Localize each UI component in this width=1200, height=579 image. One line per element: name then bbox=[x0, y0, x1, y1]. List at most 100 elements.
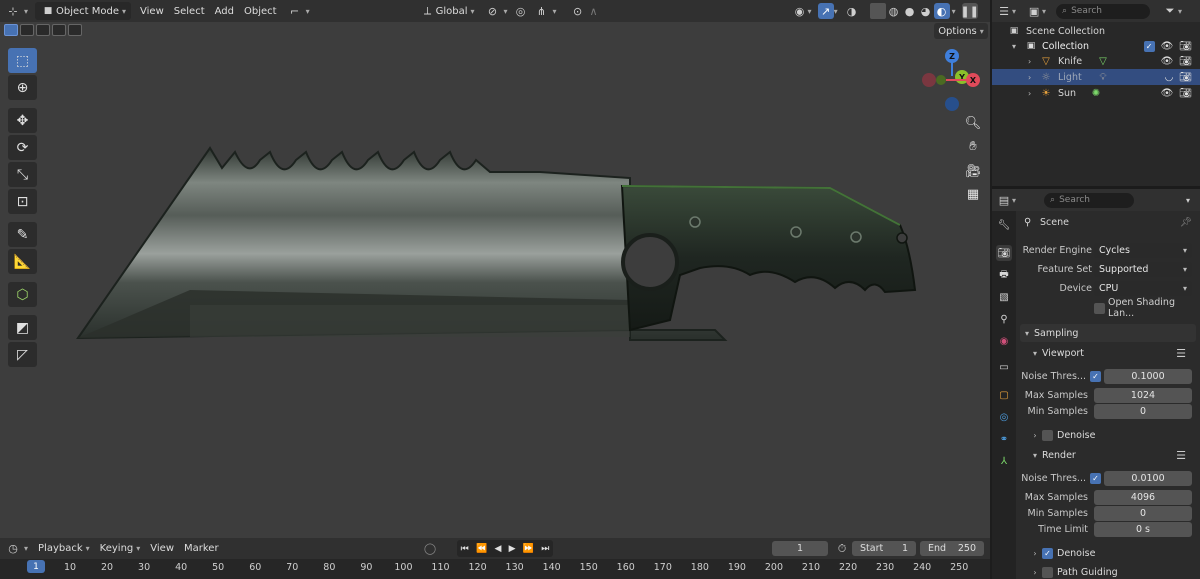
pan-hand-icon[interactable]: ✋︎ bbox=[962, 135, 984, 157]
marker-menu[interactable]: Marker bbox=[179, 540, 224, 558]
select-intersect-icon[interactable] bbox=[52, 24, 66, 36]
viewport-max-samples-field[interactable]: 1024 bbox=[1094, 387, 1192, 403]
render-tab-icon[interactable]: 📷︎ bbox=[996, 245, 1012, 261]
snap-icon[interactable]: ◎ bbox=[513, 3, 529, 19]
object-tab-icon[interactable]: ▢ bbox=[996, 387, 1012, 403]
select-extend-icon[interactable] bbox=[20, 24, 34, 36]
mode-selector[interactable]: ■ Object Mode ▾ bbox=[35, 2, 132, 20]
properties-editor-icon[interactable]: ▤ bbox=[996, 192, 1012, 208]
playback-menu[interactable]: Playback ▾ bbox=[33, 540, 95, 558]
3d-viewport[interactable]: ⊹ ▾ ■ Object Mode ▾ View Select Add Object… bbox=[0, 0, 990, 538]
stopwatch-icon[interactable]: ⏱︎ bbox=[834, 541, 850, 557]
rotate-tool[interactable]: ⟳ bbox=[8, 135, 37, 160]
playhead[interactable]: 1 bbox=[27, 560, 45, 573]
camera-icon[interactable]: 📷︎ bbox=[1179, 72, 1192, 83]
record-icon[interactable]: ◯ bbox=[422, 540, 438, 556]
pivot-button[interactable]: ⊘ ▾ bbox=[480, 2, 513, 20]
editor-type-button[interactable]: ⊹ ▾ bbox=[0, 2, 33, 20]
start-frame-field[interactable]: Start 1 bbox=[852, 541, 916, 556]
outliner-item-sun[interactable]: › ☀ Sun ✺ 👁︎ 📷︎ bbox=[992, 85, 1200, 101]
perspective-grid-icon[interactable]: ▦ bbox=[962, 183, 984, 205]
falloff-icon[interactable]: ∧ bbox=[586, 3, 602, 19]
gizmo-neg-y-axis[interactable] bbox=[936, 75, 946, 85]
edge-tool[interactable]: ◸ bbox=[8, 342, 37, 367]
expand-arrow-icon[interactable]: › bbox=[1028, 73, 1031, 82]
current-frame-field[interactable]: 1 bbox=[772, 541, 828, 556]
select-subtract-icon[interactable] bbox=[36, 24, 50, 36]
proportional-edit-icon[interactable]: ⊙ bbox=[570, 3, 586, 19]
gizmo-z-axis[interactable]: Z bbox=[945, 49, 959, 63]
collection-tab-icon[interactable]: ▭ bbox=[996, 359, 1012, 375]
expand-arrow-icon[interactable]: › bbox=[1028, 57, 1031, 66]
outliner-item-light[interactable]: › ☼ Light 💡︎ ◡ 📷︎ bbox=[992, 69, 1200, 85]
menu-select[interactable]: Select bbox=[169, 2, 210, 20]
light-data-icon[interactable]: 💡︎ bbox=[1095, 69, 1111, 85]
rendered-shading-icon[interactable]: ◐ bbox=[933, 3, 950, 19]
camera-icon[interactable]: 📷︎ bbox=[1179, 56, 1192, 67]
wireframe-shading-icon[interactable]: ◍ bbox=[886, 3, 902, 19]
properties-search-input[interactable]: ⌕ Search bbox=[1044, 192, 1134, 208]
feature-set-select[interactable]: Supported ▾ bbox=[1094, 261, 1192, 277]
visibility-selector-icon[interactable]: ◉ bbox=[792, 3, 808, 19]
cursor-tool[interactable]: ⊕ bbox=[8, 75, 37, 100]
render-max-samples-field[interactable]: 4096 bbox=[1094, 489, 1192, 505]
timeline-editor-button[interactable]: ◷ ▾ bbox=[0, 540, 33, 558]
gizmo-toggle-icon[interactable]: ↗ bbox=[817, 3, 834, 19]
path-guiding-header[interactable]: › Path Guiding bbox=[1028, 563, 1196, 579]
measure-tool[interactable]: 📐 bbox=[8, 249, 37, 274]
scene-tab-icon[interactable]: ⚲ bbox=[996, 311, 1012, 327]
menu-add[interactable]: Add bbox=[210, 2, 239, 20]
shear-tool[interactable]: ◩ bbox=[8, 315, 37, 340]
timeline-view-menu[interactable]: View bbox=[145, 540, 179, 558]
outliner-search-input[interactable]: ⌕ Search bbox=[1056, 3, 1151, 19]
physics-tab-icon[interactable]: ◎ bbox=[996, 409, 1012, 425]
overlay-toggle-icon[interactable]: ◑ bbox=[844, 3, 860, 19]
list-icon[interactable]: ☰ bbox=[1176, 347, 1186, 360]
display-mode-icon[interactable]: ▣ bbox=[1026, 3, 1042, 19]
timeline-ruler[interactable]: 1 10 20 30 40 50 60 70 80 90 100 110 120 130 140 150 16… bbox=[0, 559, 990, 579]
transform-tool[interactable]: ⊡ bbox=[8, 189, 37, 214]
annotate-tool[interactable]: ✎ bbox=[8, 222, 37, 247]
collection-visibility-button[interactable]: ⌐ ▾ bbox=[282, 2, 315, 20]
pause-render-icon[interactable]: ❚❚ bbox=[960, 3, 979, 19]
material-shading-icon[interactable]: ◕ bbox=[918, 3, 934, 19]
camera-icon[interactable]: 📷︎ bbox=[1179, 41, 1192, 52]
render-denoise-checkbox[interactable]: ✓ bbox=[1042, 547, 1053, 559]
viewport-min-samples-field[interactable]: 0 bbox=[1094, 403, 1192, 419]
data-tab-icon[interactable]: ⅄ bbox=[996, 453, 1012, 469]
options-button[interactable]: Options ▾ bbox=[934, 23, 988, 39]
sampling-panel-header[interactable]: ▾ Sampling bbox=[1020, 324, 1196, 342]
render-noise-field[interactable]: 0.0100 bbox=[1104, 470, 1192, 486]
camera-icon[interactable]: 📷︎ bbox=[1179, 88, 1192, 99]
collapse-arrow-icon[interactable]: ▾ bbox=[1012, 42, 1016, 51]
prev-keyframe-icon[interactable]: ⏪ bbox=[476, 544, 487, 554]
next-keyframe-icon[interactable]: ⏩ bbox=[523, 544, 534, 554]
world-tab-icon[interactable]: ◉ bbox=[996, 333, 1012, 349]
zoom-icon[interactable]: 🔍︎ bbox=[962, 112, 984, 134]
gizmo-x-axis[interactable]: X bbox=[966, 73, 980, 87]
device-select[interactable]: CPU ▾ bbox=[1094, 280, 1192, 296]
select-invert-icon[interactable] bbox=[68, 24, 82, 36]
render-min-samples-field[interactable]: 0 bbox=[1094, 505, 1192, 521]
constraints-tab-icon[interactable]: ⚭ bbox=[996, 431, 1012, 447]
xray-toggle-icon[interactable] bbox=[869, 3, 886, 19]
hidden-eye-icon[interactable]: ◡ bbox=[1165, 72, 1174, 83]
mesh-data-icon[interactable]: ▽ bbox=[1095, 53, 1111, 69]
menu-object[interactable]: Object bbox=[239, 2, 282, 20]
orientation-selector[interactable]: ⟂ Global ▾ bbox=[415, 2, 480, 20]
sun-data-icon[interactable]: ✺ bbox=[1088, 85, 1104, 101]
gizmo-neg-x-axis[interactable] bbox=[922, 73, 936, 87]
list-icon[interactable]: ☰ bbox=[1176, 449, 1186, 462]
render-noise-checkbox[interactable]: ✓ bbox=[1090, 472, 1101, 484]
play-reverse-icon[interactable]: ◀ bbox=[494, 544, 501, 554]
pin-icon[interactable]: 📌︎ bbox=[1180, 217, 1192, 228]
camera-view-icon[interactable]: 🎥︎ bbox=[962, 160, 984, 182]
open-shading-checkbox[interactable] bbox=[1094, 302, 1105, 314]
render-denoise-header[interactable]: › ✓ Denoise bbox=[1028, 544, 1196, 562]
jump-end-icon[interactable]: ⏭ bbox=[541, 544, 549, 554]
viewport-noise-checkbox[interactable]: ✓ bbox=[1090, 370, 1101, 382]
select-new-icon[interactable] bbox=[4, 24, 18, 36]
render-subpanel-header[interactable]: ▾ Render ☰ bbox=[1028, 446, 1196, 464]
viewport-denoise-checkbox[interactable] bbox=[1042, 429, 1053, 441]
options-dropdown-icon[interactable]: ▾ bbox=[1180, 192, 1196, 208]
